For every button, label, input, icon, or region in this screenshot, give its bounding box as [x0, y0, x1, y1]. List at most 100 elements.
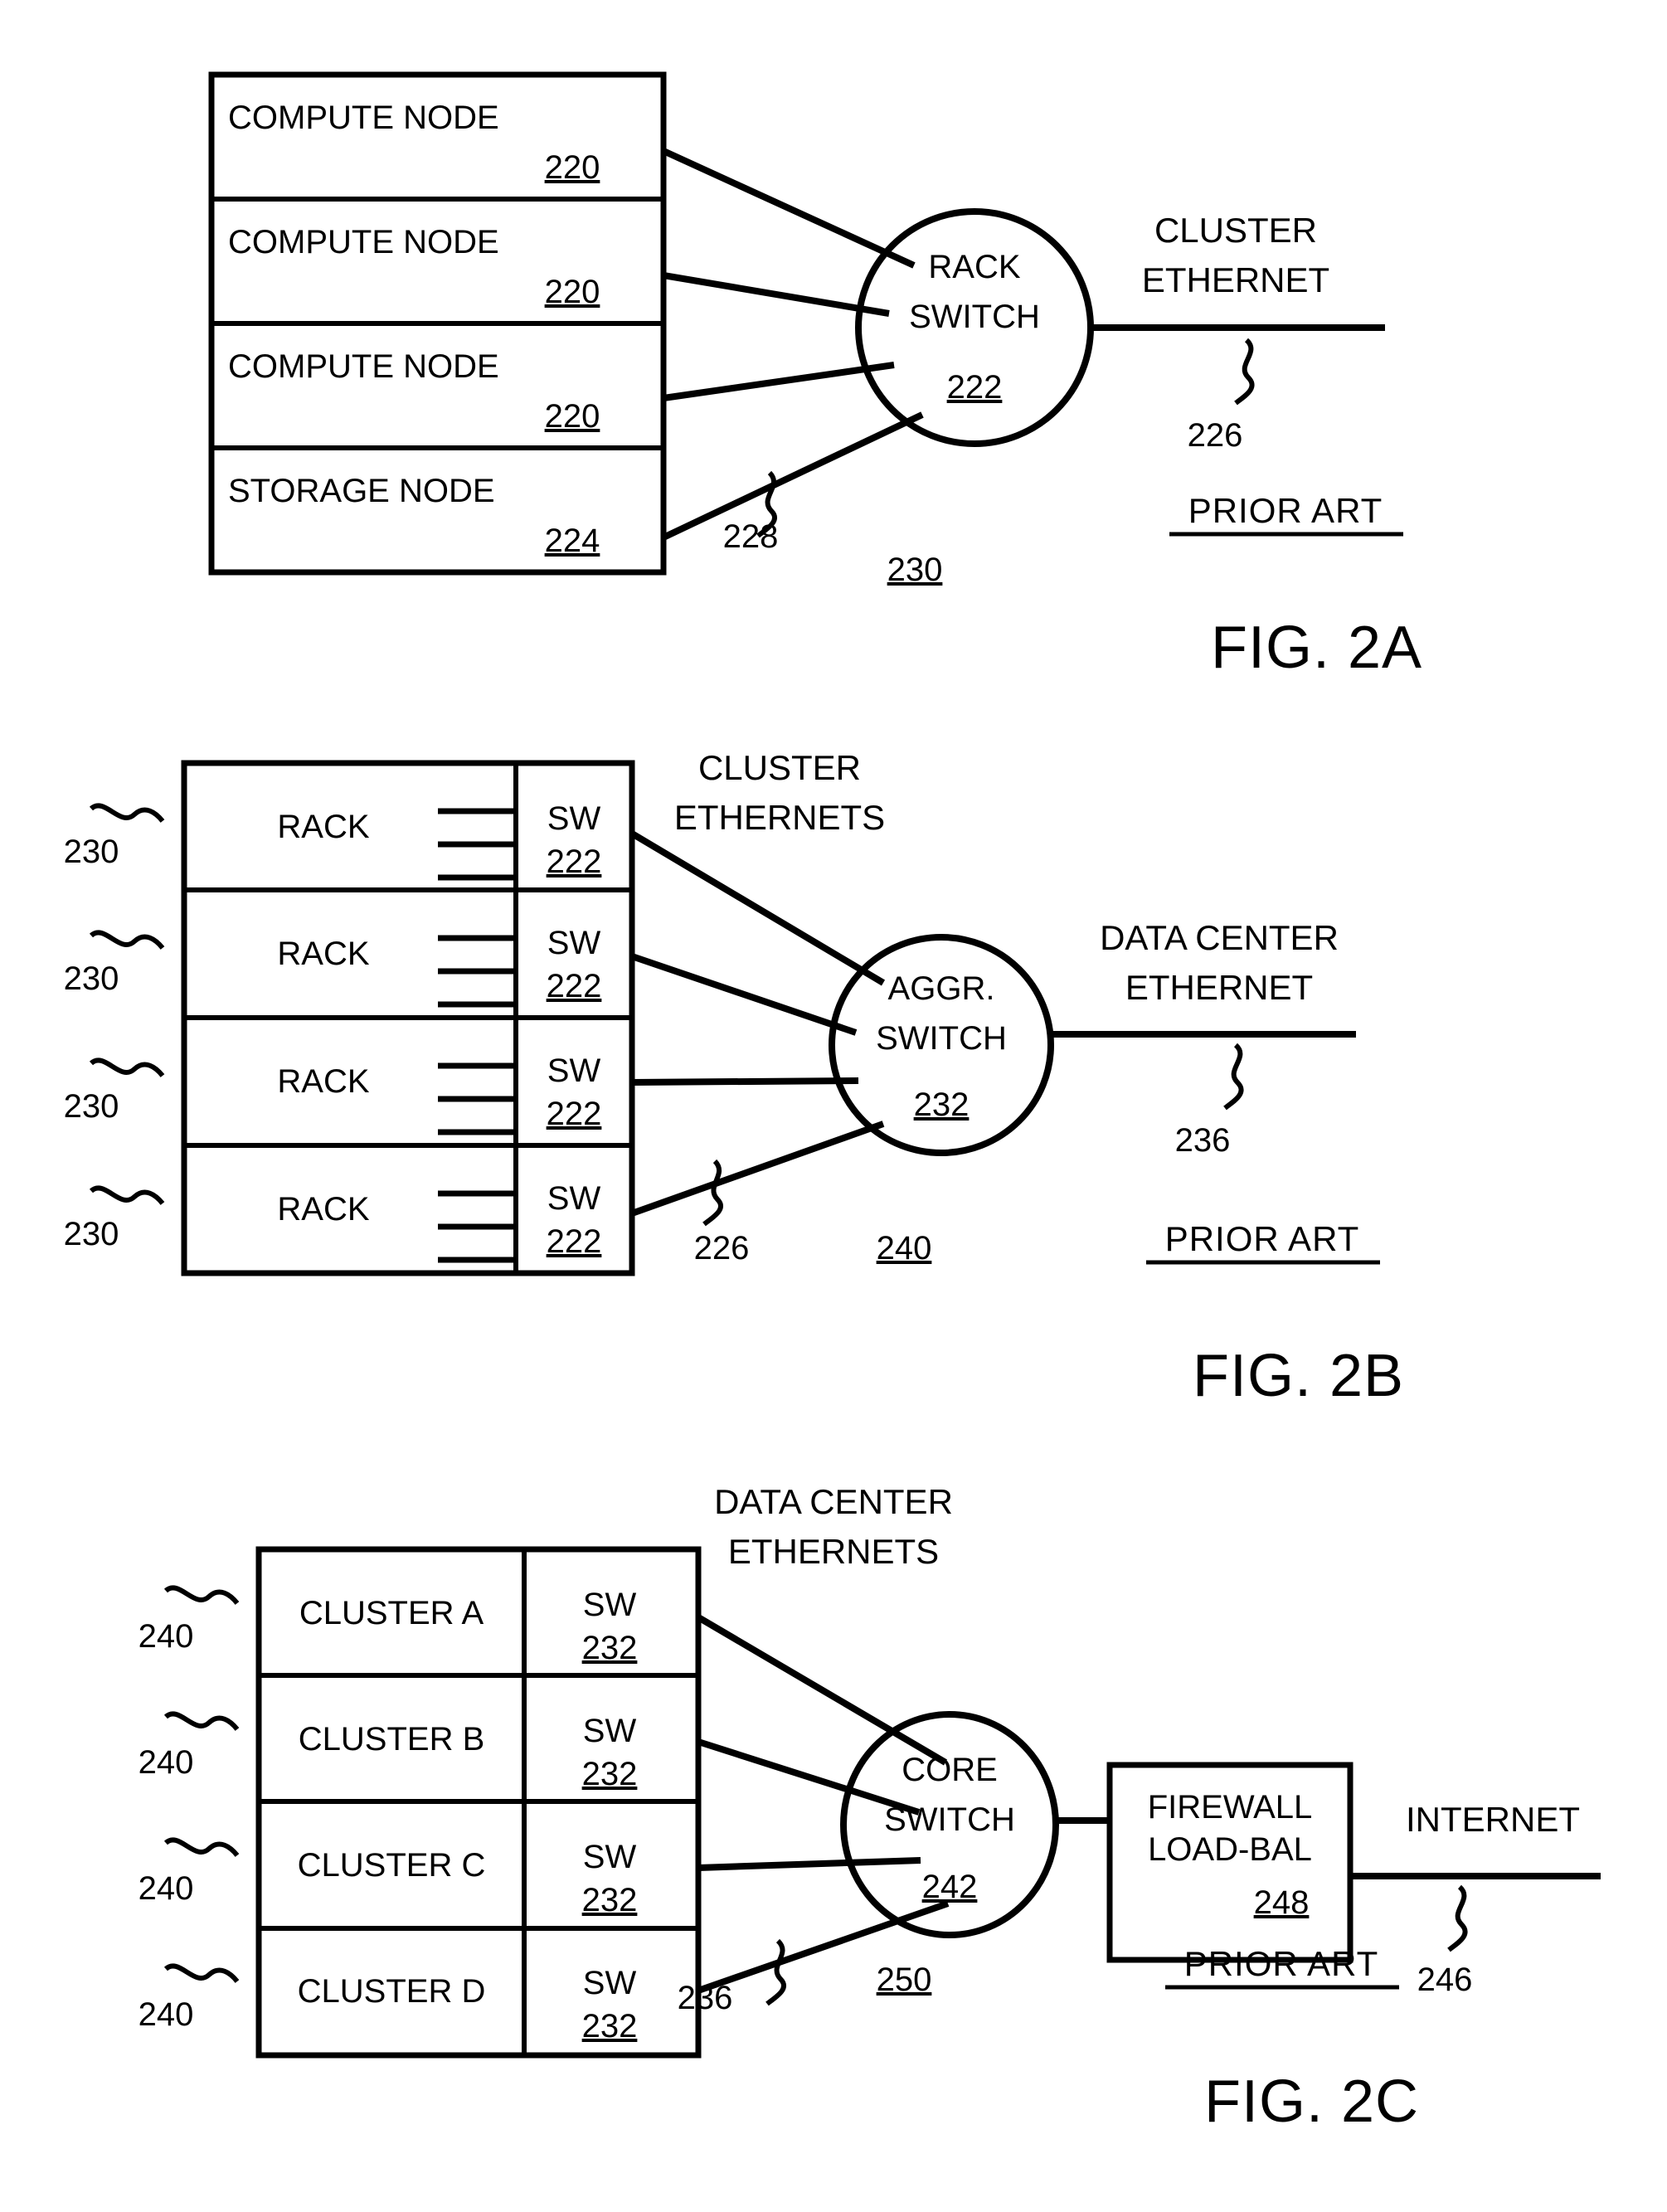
fig2b-sw-label-2: SW	[547, 1053, 601, 1089]
fig2b-ethernet-label-2: ETHERNET	[1125, 968, 1313, 1007]
fig2b-uplinks-label-2: ETHERNETS	[674, 798, 885, 837]
fig2c-prior-art: PRIOR ART	[1184, 1944, 1379, 1983]
fig2a-link-1	[663, 272, 890, 317]
fig2a-links	[662, 148, 924, 541]
fig2b-side-squiggle-icon	[89, 930, 165, 950]
fig2c-core-switch: CORE SWITCH 242	[840, 1711, 1059, 1938]
fig2a-node-row: COMPUTE NODE 220	[228, 224, 600, 310]
fig2b-uplinks: CLUSTER ETHERNETS 226	[629, 748, 886, 1266]
figures-canvas: COMPUTE NODE 220 COMPUTE NODE 220 COMPUT…	[64, 71, 1601, 2135]
fig2c-cluster-row: CLUSTER A SW 232 240	[139, 1585, 637, 1666]
fig2a-node-ref-0: 220	[545, 149, 600, 186]
fig2b-sw-ref-2: 222	[547, 1096, 602, 1132]
fig2c-sw-label-1: SW	[583, 1713, 637, 1749]
fig2c-side-squiggle-icon	[163, 1837, 240, 1857]
fig2b-side-ref-0: 230	[64, 834, 119, 870]
fig2b-rack-row: RACK SW 222 230	[64, 800, 602, 881]
fig2b-uplink-1	[630, 953, 858, 1036]
patent-figure-sheet: COMPUTE NODE 220 COMPUTE NODE 220 COMPUT…	[0, 0, 1667, 2212]
fig2c-sw-ref-3: 232	[582, 2008, 638, 2044]
fig2c-annotations: PRIOR ART FIG. 2C	[1165, 1944, 1419, 2135]
fig2b-sw-label-3: SW	[547, 1180, 601, 1217]
fig2a-node-ref-3: 224	[545, 523, 600, 559]
fig2c-datacenter-ref: 250	[877, 1962, 932, 1998]
fig2c-sw-label-3: SW	[583, 1965, 637, 2001]
fig2c-side-squiggle-icon	[163, 1585, 240, 1605]
fig2a-node-label-3: STORAGE NODE	[228, 473, 495, 509]
fig2a-prior-art: PRIOR ART	[1188, 491, 1383, 530]
fig2c-internet-label: INTERNET	[1406, 1800, 1580, 1839]
fig2c-cluster-row: CLUSTER B SW 232 240	[139, 1711, 638, 1792]
fig2a-rack-ref: 230	[887, 552, 943, 588]
fig2b-rack-label-2: RACK	[277, 1063, 369, 1100]
fig2a-node-ref-1: 220	[545, 274, 600, 310]
fig2c-uplinks: DATA CENTER ETHERNETS 236	[678, 1482, 953, 2016]
fig2c-side-squiggle-icon	[163, 1963, 240, 1983]
fig2c-sw-ref-2: 232	[582, 1882, 638, 1918]
fig2b-rack-label-0: RACK	[277, 809, 369, 845]
fig2b-aggr-switch: AGGR. SWITCH 232	[829, 934, 1054, 1156]
fig2a-link-2	[663, 362, 895, 401]
fig2b-uplink-3	[630, 1121, 885, 1217]
fig2c-cluster-label-0: CLUSTER A	[299, 1595, 484, 1631]
fig2c-side-ref-1: 240	[139, 1744, 194, 1781]
fig2a-caption: FIG. 2A	[1211, 615, 1422, 681]
fig2b-sw-ref-3: 222	[547, 1223, 602, 1260]
fig2c-caption: FIG. 2C	[1204, 2069, 1419, 2135]
fig2b-uplink-0	[629, 830, 886, 986]
fig2b-uplinks-ref: 226	[694, 1230, 750, 1266]
fig2c-uplinks-ref: 236	[678, 1980, 733, 2016]
fig2b-uplink-squiggle-icon	[702, 1159, 723, 1227]
fig2b-rack-label-3: RACK	[277, 1191, 369, 1228]
fig2b-side-ref-3: 230	[64, 1216, 119, 1252]
fig2c-sw-label-0: SW	[583, 1587, 637, 1623]
fig2b-side-squiggle-icon	[89, 803, 165, 823]
fig2b-switch-ref: 232	[914, 1087, 970, 1123]
fig2b-ethernet-label-1: DATA CENTER	[1100, 918, 1339, 957]
fig2c-firewall-label-2: LOAD-BAL	[1148, 1831, 1312, 1868]
fig2b-uplink-2	[631, 1077, 859, 1086]
fig2a-node-label-2: COMPUTE NODE	[228, 348, 499, 385]
fig2a-cluster-ethernet: CLUSTER ETHERNET 226	[1091, 211, 1385, 454]
fig2a-rack-switch: RACK SWITCH 222	[855, 208, 1094, 447]
fig2b-side-squiggle-icon	[89, 1057, 165, 1077]
fig2b-rack-label-1: RACK	[277, 936, 369, 972]
fig2b-caption: FIG. 2B	[1193, 1343, 1404, 1409]
figure-2a: COMPUTE NODE 220 COMPUTE NODE 220 COMPUT…	[208, 71, 1422, 681]
fig2c-side-squiggle-icon	[163, 1711, 240, 1731]
fig2c-side-ref-3: 240	[139, 1996, 194, 2033]
fig2c-internet: INTERNET 246	[1350, 1800, 1601, 1998]
fig2b-switch-label-1: AGGR.	[888, 970, 995, 1007]
figure-2c: CLUSTER A SW 232 240 CLUSTER B SW 232 24…	[139, 1482, 1601, 2135]
fig2b-cluster-ref: 240	[877, 1230, 932, 1266]
fig2b-ethernet-ref: 236	[1175, 1122, 1231, 1159]
fig2a-node-row: STORAGE NODE 224	[228, 473, 600, 559]
fig2c-uplink-2	[697, 1857, 921, 1871]
fig2c-cluster-label-3: CLUSTER D	[298, 1973, 486, 2010]
fig2b-side-ref-1: 230	[64, 960, 119, 997]
fig2c-internet-ref: 246	[1417, 1962, 1473, 1998]
fig2a-node-row: COMPUTE NODE 220	[228, 100, 600, 186]
fig2a-node-label-1: COMPUTE NODE	[228, 224, 499, 260]
fig2b-rack-row: RACK SW 222 230	[64, 925, 601, 1008]
fig2a-node-ref-2: 220	[545, 398, 600, 435]
fig2a-ethernet-label-2: ETHERNET	[1142, 260, 1329, 299]
fig2c-sw-ref-1: 232	[582, 1756, 638, 1792]
fig2c-side-ref-0: 240	[139, 1618, 194, 1655]
fig2c-internet-squiggle-icon	[1447, 1884, 1468, 1952]
fig2b-uplinks-label-1: CLUSTER	[698, 748, 861, 787]
fig2a-ethernet-label-1: CLUSTER	[1154, 211, 1317, 250]
fig2c-uplink-squiggle-icon	[765, 1938, 786, 2006]
fig2a-link-3	[662, 411, 924, 541]
fig2c-firewall-loadbal: FIREWALL LOAD-BAL 248	[1056, 1762, 1354, 1963]
fig2a-node-row: COMPUTE NODE 220	[228, 348, 600, 435]
fig2b-rack-row: RACK SW 222 230	[64, 1180, 602, 1263]
fig2c-side-ref-2: 240	[139, 1870, 194, 1907]
fig2b-sw-ref-0: 222	[547, 843, 602, 880]
fig2c-uplink-0	[696, 1614, 948, 1766]
fig2b-sw-label-1: SW	[547, 925, 601, 961]
figure-2b: RACK SW 222 230 RACK SW 222 230 RACK SW …	[64, 748, 1404, 1409]
fig2a-ethernet-squiggle-icon	[1234, 338, 1255, 406]
fig2b-side-squiggle-icon	[89, 1185, 165, 1205]
fig2c-sw-label-2: SW	[583, 1839, 637, 1875]
